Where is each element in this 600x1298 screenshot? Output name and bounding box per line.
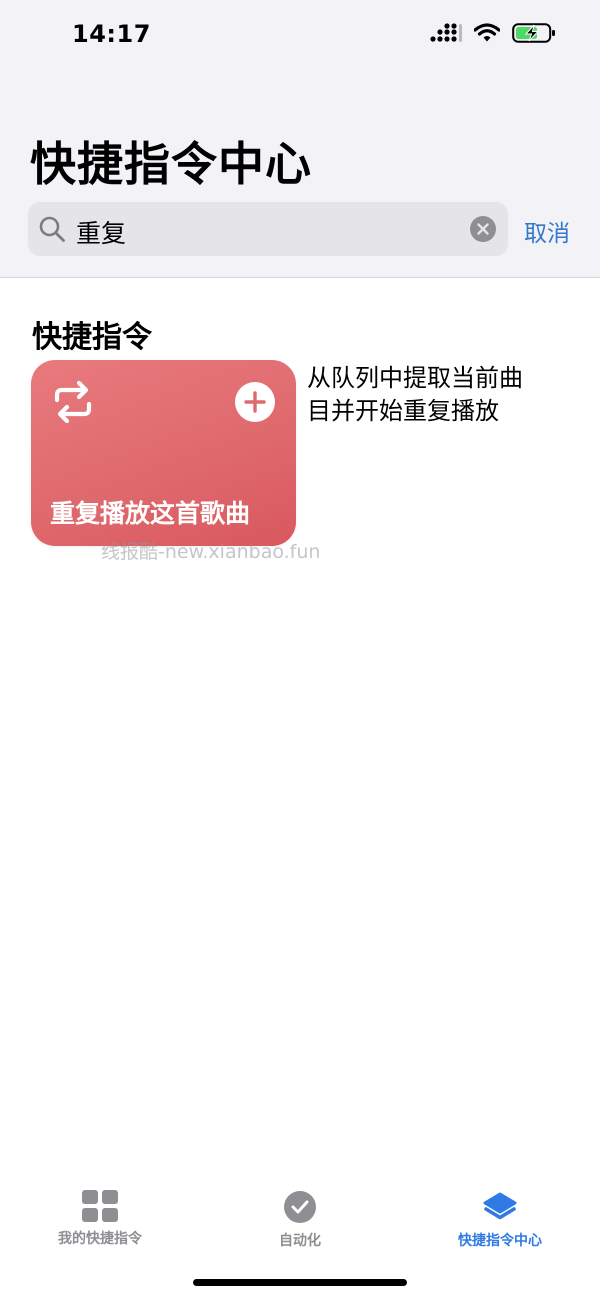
watermark: 线报酷-new.xianbao.fun [101,541,321,563]
clear-search-icon[interactable] [470,216,496,242]
repeat-icon [54,380,92,424]
cancel-button[interactable]: 取消 [524,214,570,248]
page-title: 快捷指令中心 [30,137,312,191]
tab-label: 快捷指令中心 [458,1233,542,1249]
tab-my-shortcuts[interactable]: 我的快捷指令 [40,1190,160,1248]
add-shortcut-icon[interactable] [235,382,275,422]
status-time: 14:17 [72,20,151,48]
wifi-icon [474,23,500,42]
search-field[interactable]: 重复 [28,202,508,256]
tab-automation[interactable]: 自动化 [240,1190,360,1250]
cellular-signal-icon [430,23,462,42]
shortcut-description: 从队列中提取当前曲目并开始重复播放 [307,364,523,425]
home-indicator[interactable] [193,1279,407,1286]
search-icon [39,216,65,242]
tab-label: 我的快捷指令 [58,1231,142,1247]
section-title: 快捷指令 [32,320,152,355]
layers-icon [483,1192,517,1220]
grid-icon [82,1190,118,1222]
status-icons [430,22,556,44]
shortcut-card[interactable]: 重复播放这首歌曲 [31,360,296,546]
tab-label: 自动化 [279,1233,321,1249]
battery-charging-icon [512,23,555,43]
search-input-text[interactable]: 重复 [76,214,126,250]
tab-gallery[interactable]: 快捷指令中心 [440,1190,560,1250]
shortcut-card-title: 重复播放这首歌曲 [50,499,251,528]
check-clock-icon [284,1191,316,1223]
